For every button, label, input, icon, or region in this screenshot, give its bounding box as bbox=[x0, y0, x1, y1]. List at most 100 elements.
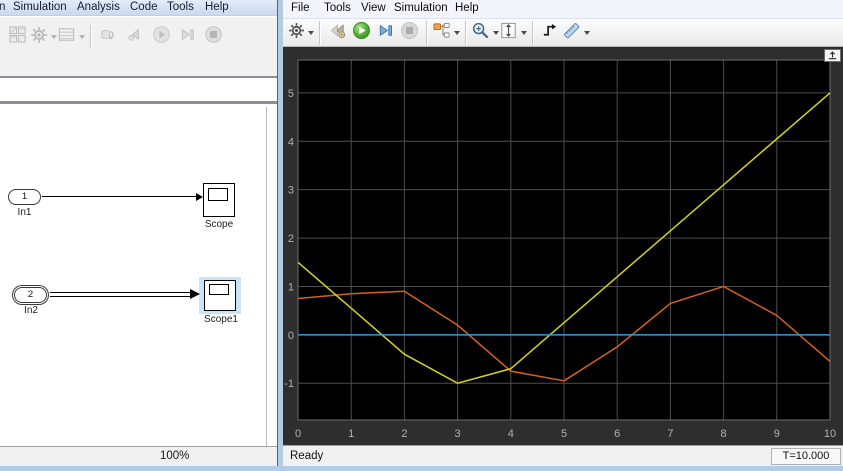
scope-settings-button[interactable] bbox=[288, 21, 314, 45]
svg-text:4: 4 bbox=[508, 428, 514, 440]
editor-step-back-button[interactable] bbox=[122, 23, 148, 51]
stop-icon bbox=[400, 21, 419, 45]
scope-statusbar: Ready T=10.000 bbox=[283, 445, 843, 466]
scope-window: File Tools View Simulation Help 0 1 2 3 … bbox=[283, 0, 843, 466]
toolbar-separator bbox=[465, 20, 466, 45]
toolbar-separator bbox=[532, 20, 533, 45]
block-scope1[interactable] bbox=[204, 280, 236, 311]
measurements-icon bbox=[562, 21, 581, 45]
svg-text:6: 6 bbox=[614, 428, 620, 440]
editor-menu-tools[interactable]: Tools bbox=[167, 1, 194, 13]
fit-to-view-button[interactable] bbox=[499, 21, 527, 45]
editor-settings-button[interactable] bbox=[30, 23, 57, 51]
zoom-level-text: 100% bbox=[160, 450, 190, 462]
editor-toolbar bbox=[0, 17, 277, 78]
block-scope[interactable] bbox=[203, 183, 235, 217]
editor-stop-button[interactable] bbox=[200, 23, 226, 51]
simulation-time-display: T=10.000 bbox=[771, 448, 841, 465]
editor-menu-analysis[interactable]: Analysis bbox=[77, 1, 120, 13]
measurements-dropdown-caret[interactable] bbox=[584, 30, 590, 35]
svg-text:2: 2 bbox=[401, 428, 407, 440]
zoom-in-button[interactable] bbox=[471, 21, 499, 45]
editor-menubar: n Simulation Analysis Code Tools Help bbox=[0, 0, 277, 16]
window-layout-button[interactable] bbox=[4, 23, 30, 51]
scope-plot[interactable]: 0 1 2 3 4 5 6 7 8 9 10 -1 0 1 2 3 4 5 bbox=[283, 47, 843, 445]
editor-run-button[interactable] bbox=[148, 23, 174, 51]
run-icon bbox=[152, 25, 171, 49]
wire-arrowhead bbox=[190, 289, 200, 299]
block-in2[interactable]: 2 bbox=[14, 287, 47, 303]
editor-breadcrumb-bar bbox=[0, 79, 277, 104]
signal-selector-dropdown-caret[interactable] bbox=[454, 30, 460, 35]
scope-menu-help[interactable]: Help bbox=[455, 2, 479, 14]
measurements-button[interactable] bbox=[562, 21, 590, 45]
wire-arrowhead bbox=[196, 193, 203, 201]
scope-step-forward-button[interactable] bbox=[373, 21, 397, 45]
scope-plot-region[interactable]: 0 1 2 3 4 5 6 7 8 9 10 -1 0 1 2 3 4 5 bbox=[283, 47, 843, 445]
svg-text:9: 9 bbox=[774, 428, 780, 440]
scope-step-back-button[interactable] bbox=[325, 21, 349, 45]
wire-in1-to-scope[interactable] bbox=[42, 196, 196, 197]
editor-menu-code[interactable]: Code bbox=[130, 1, 158, 13]
fit-to-view-icon bbox=[499, 21, 518, 45]
editor-menu-truncated[interactable]: n bbox=[0, 1, 5, 13]
step-back-icon bbox=[126, 25, 145, 49]
model-table-icon bbox=[57, 25, 76, 49]
model-data-dropdown-caret[interactable] bbox=[79, 35, 85, 39]
gear-icon bbox=[288, 22, 305, 44]
svg-text:7: 7 bbox=[667, 428, 673, 440]
trigger-button[interactable] bbox=[538, 21, 562, 45]
wire-in2-to-scope1[interactable] bbox=[50, 292, 190, 297]
step-forward-icon bbox=[178, 25, 197, 49]
svg-text:4: 4 bbox=[288, 136, 294, 148]
editor-step-forward-button[interactable] bbox=[174, 23, 200, 51]
scope1-block-screen bbox=[209, 284, 229, 295]
scope-menubar: File Tools View Simulation Help bbox=[283, 0, 843, 19]
canvas-edge-line bbox=[266, 107, 267, 446]
svg-text:2: 2 bbox=[288, 233, 294, 245]
toolbar-separator bbox=[90, 25, 91, 49]
toolbar-separator bbox=[426, 20, 427, 45]
block-in1[interactable]: 1 bbox=[8, 189, 41, 205]
scope-toolbar bbox=[283, 19, 843, 47]
in2-port-number: 2 bbox=[27, 289, 34, 300]
editor-menu-simulation[interactable]: Simulation bbox=[13, 1, 67, 13]
scope-menu-file[interactable]: File bbox=[291, 2, 310, 14]
svg-text:1: 1 bbox=[288, 281, 294, 293]
svg-text:5: 5 bbox=[288, 88, 294, 100]
svg-text:0: 0 bbox=[288, 330, 294, 342]
svg-text:1: 1 bbox=[348, 428, 354, 440]
model-canvas[interactable]: 1 In1 Scope 2 In2 Scope1 bbox=[0, 107, 277, 446]
window-bottom-border bbox=[0, 466, 843, 471]
run-icon bbox=[352, 21, 371, 45]
scope-status-text: Ready bbox=[290, 450, 324, 462]
fit-dropdown-caret[interactable] bbox=[521, 30, 527, 35]
stop-icon bbox=[204, 25, 223, 49]
scope-menu-simulation[interactable]: Simulation bbox=[394, 2, 448, 14]
toolbar-separator bbox=[319, 20, 320, 45]
svg-text:5: 5 bbox=[561, 428, 567, 440]
gear-icon bbox=[30, 26, 48, 49]
update-diagram-icon bbox=[100, 25, 119, 49]
svg-text:-1: -1 bbox=[284, 378, 294, 390]
dock-icon bbox=[826, 47, 839, 65]
simulink-editor-window: n Simulation Analysis Code Tools Help 1 … bbox=[0, 0, 278, 471]
dock-button[interactable] bbox=[824, 49, 841, 62]
scope-menu-tools[interactable]: Tools bbox=[324, 2, 351, 14]
scope-run-button[interactable] bbox=[349, 21, 373, 45]
step-back-icon bbox=[328, 21, 347, 45]
svg-text:3: 3 bbox=[455, 428, 461, 440]
in1-port-number: 1 bbox=[21, 191, 28, 202]
block-in1-label: In1 bbox=[17, 207, 32, 218]
model-data-button[interactable] bbox=[57, 23, 85, 51]
scope-stop-button[interactable] bbox=[397, 21, 421, 45]
scope-menu-view[interactable]: View bbox=[361, 2, 386, 14]
settings-dropdown-caret[interactable] bbox=[308, 30, 314, 35]
svg-text:8: 8 bbox=[721, 428, 727, 440]
editor-menu-help[interactable]: Help bbox=[205, 1, 229, 13]
signal-selector-button[interactable] bbox=[432, 21, 460, 45]
block-scope1-label: Scope1 bbox=[204, 314, 238, 325]
block-in2-label: In2 bbox=[24, 305, 38, 316]
zoom-in-icon bbox=[471, 21, 490, 45]
update-diagram-button[interactable] bbox=[96, 23, 122, 51]
